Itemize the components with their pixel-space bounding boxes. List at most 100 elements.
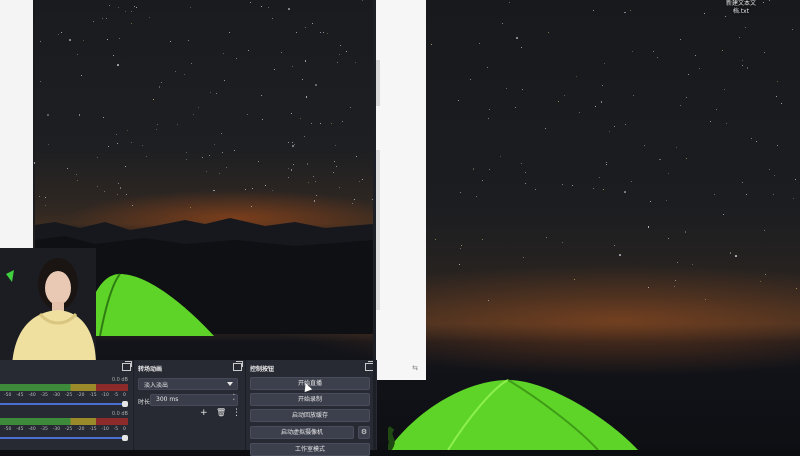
undock-icon[interactable]	[122, 361, 132, 371]
star	[741, 64, 744, 67]
audio-meter	[0, 384, 128, 391]
star	[488, 109, 490, 111]
star	[288, 176, 290, 178]
star	[564, 95, 566, 97]
volume-slider[interactable]	[0, 403, 126, 405]
star	[197, 106, 199, 108]
star	[291, 66, 293, 68]
star	[117, 64, 119, 66]
undock-icon[interactable]	[233, 361, 243, 371]
star	[725, 122, 727, 124]
star	[349, 106, 351, 108]
star	[666, 199, 668, 201]
star	[603, 63, 605, 65]
strip-divider	[376, 60, 380, 106]
audio-mixer-panel: 0.0 dB -50 -45 -40 -35 -30 -25 -20 -15 -10 -5…	[0, 360, 132, 450]
tent-image	[388, 379, 638, 450]
star	[48, 143, 50, 145]
star	[647, 286, 649, 288]
star	[614, 126, 616, 128]
star	[659, 158, 661, 161]
star	[674, 279, 676, 281]
star	[629, 10, 631, 12]
star	[117, 183, 119, 185]
star	[40, 40, 42, 42]
chevron-down-icon	[227, 382, 233, 386]
star	[101, 17, 103, 19]
star	[145, 156, 147, 158]
duration-input[interactable]: 300 ms ˄ ˅	[150, 394, 238, 406]
star	[470, 78, 472, 80]
add-icon[interactable]: +	[200, 408, 208, 418]
star	[608, 130, 610, 132]
star	[66, 167, 68, 169]
trash-icon[interactable]: 🗑	[216, 408, 226, 418]
star	[457, 100, 459, 102]
star	[130, 22, 132, 24]
star	[314, 180, 316, 182]
star	[192, 113, 194, 115]
star	[624, 11, 627, 14]
star	[487, 299, 490, 302]
star	[676, 261, 678, 263]
star	[161, 81, 163, 83]
star	[315, 84, 317, 86]
star	[721, 49, 723, 51]
star	[764, 230, 766, 232]
resize-handle-icon[interactable]: ⇆	[412, 364, 418, 372]
star	[602, 84, 604, 86]
star	[205, 171, 207, 173]
star	[82, 39, 84, 41]
star	[796, 288, 798, 290]
star	[684, 231, 687, 233]
star	[516, 37, 518, 39]
star	[750, 138, 752, 140]
volume-slider[interactable]	[0, 437, 126, 439]
star	[118, 6, 120, 8]
star	[769, 168, 771, 170]
volume-slider-handle[interactable]	[122, 435, 128, 441]
star	[228, 31, 230, 33]
star	[156, 123, 158, 125]
dock-scrollbar[interactable]	[373, 0, 376, 450]
star	[548, 31, 550, 33]
star	[487, 67, 489, 69]
star	[792, 29, 794, 31]
star	[335, 166, 337, 168]
start-record-button[interactable]: 开始录制	[250, 393, 370, 406]
star	[47, 114, 49, 116]
star	[75, 174, 77, 176]
star	[44, 204, 46, 206]
star	[724, 15, 726, 17]
start-replay-buffer-button[interactable]: 启动回放缓存	[250, 409, 370, 422]
star	[246, 114, 248, 116]
star	[698, 67, 700, 69]
star	[311, 23, 313, 25]
star	[430, 44, 432, 46]
star	[115, 134, 117, 136]
start-virtual-camera-button[interactable]: 启动虚拟摄像机	[250, 426, 354, 439]
meter-ticks: -50 -45 -40 -35 -30 -25 -20 -15 -10 -5 0	[4, 393, 126, 398]
volume-slider-handle[interactable]	[122, 401, 128, 407]
spinner-icon[interactable]: ˄ ˅	[233, 395, 236, 405]
star	[354, 198, 356, 200]
transition-select[interactable]: 淡入淡出	[138, 378, 238, 390]
star	[287, 142, 289, 144]
star	[186, 158, 188, 160]
star	[775, 96, 777, 98]
gear-icon[interactable]: ⚙	[358, 426, 370, 439]
star	[561, 184, 563, 186]
star	[334, 144, 336, 146]
star	[103, 190, 105, 192]
obs-dock: 0.0 dB -50 -45 -40 -35 -30 -25 -20 -15 -10 -5…	[0, 360, 377, 456]
star	[521, 163, 522, 165]
more-icon[interactable]: ⋮	[232, 408, 241, 418]
star	[765, 274, 767, 276]
star	[118, 37, 120, 39]
star	[460, 191, 462, 193]
desktop-file-icon[interactable]: 新建文本文档.txt	[718, 0, 764, 16]
star	[703, 12, 705, 14]
star	[774, 175, 776, 177]
star	[605, 163, 607, 165]
star	[592, 10, 594, 12]
